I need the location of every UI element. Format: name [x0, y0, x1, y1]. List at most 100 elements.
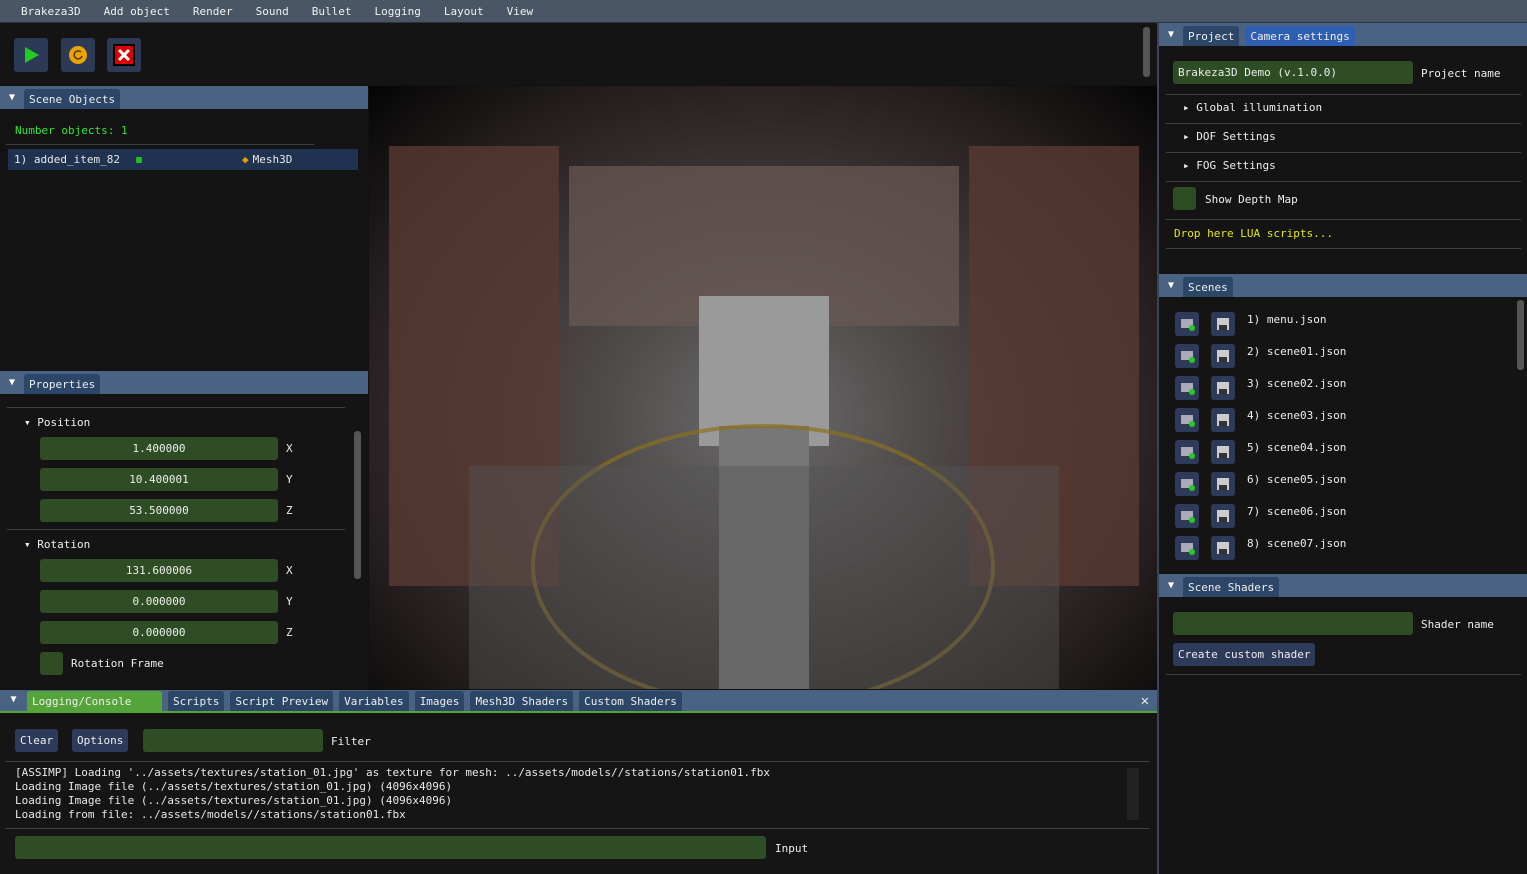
save-icon	[1217, 478, 1229, 490]
tab-scripts[interactable]: Scripts	[168, 691, 225, 711]
shader-name-input[interactable]	[1173, 612, 1413, 635]
tab-project[interactable]: Project	[1183, 26, 1240, 46]
save-scene-button[interactable]	[1211, 536, 1235, 560]
axis-label: X	[286, 442, 293, 455]
load-scene-button[interactable]	[1175, 472, 1199, 496]
load-scene-button[interactable]	[1175, 440, 1199, 464]
collapse-icon[interactable]: ▼	[1159, 574, 1183, 597]
tab-scenes[interactable]: Scenes	[1183, 277, 1233, 297]
load-scene-button[interactable]	[1175, 504, 1199, 528]
menu-view[interactable]: View	[507, 5, 534, 18]
tab-logging-console[interactable]: Logging/Console	[27, 691, 162, 711]
scenes-header: ▼ Scenes	[1159, 274, 1527, 297]
tab-scene-objects[interactable]: Scene Objects	[24, 89, 121, 109]
menu-sound[interactable]: Sound	[256, 5, 289, 18]
console-input[interactable]	[15, 836, 766, 859]
console-header: ▼ Logging/Console Scripts Script Preview…	[0, 690, 1157, 713]
menu-render[interactable]: Render	[193, 5, 233, 18]
tab-scene-shaders[interactable]: Scene Shaders	[1183, 577, 1280, 597]
scene-item[interactable]: 2) scene01.json	[1247, 345, 1346, 358]
menu-logging[interactable]: Logging	[374, 5, 420, 18]
log-scrollbar[interactable]	[1127, 768, 1139, 820]
toolbar-scrollbar[interactable]	[1143, 27, 1150, 77]
tab-script-preview[interactable]: Script Preview	[230, 691, 334, 711]
save-scene-button[interactable]	[1211, 408, 1235, 432]
clear-button[interactable]: Clear	[15, 729, 59, 752]
rotation-x-field[interactable]: 131.600006	[40, 559, 278, 582]
collapse-icon[interactable]: ▼	[1159, 23, 1183, 46]
load-scene-button[interactable]	[1175, 376, 1199, 400]
menu-add-object[interactable]: Add object	[104, 5, 170, 18]
save-scene-button[interactable]	[1211, 376, 1235, 400]
mesh-icon: ◆	[241, 153, 249, 166]
collapse-icon[interactable]: ▼	[0, 688, 27, 711]
axis-label: Z	[286, 504, 293, 517]
project-name-field[interactable]: Brakeza3D Demo (v.1.0.0)	[1173, 61, 1413, 84]
clapperboard-add-icon	[1181, 319, 1195, 331]
play-button[interactable]	[14, 38, 48, 72]
properties-scrollbar[interactable]	[354, 431, 361, 579]
menu-bullet[interactable]: Bullet	[312, 5, 352, 18]
save-scene-button[interactable]	[1211, 344, 1235, 368]
fog-settings-section[interactable]: ▸ FOG Settings	[1183, 159, 1276, 172]
save-icon	[1217, 350, 1229, 362]
reload-button[interactable]	[61, 38, 95, 72]
close-icon[interactable]: ✕	[1141, 693, 1149, 709]
tab-camera-settings[interactable]: Camera settings	[1245, 26, 1355, 46]
load-scene-button[interactable]	[1175, 408, 1199, 432]
global-illumination-section[interactable]: ▸ Global illumination	[1183, 101, 1322, 114]
load-scene-button[interactable]	[1175, 344, 1199, 368]
scene-item[interactable]: 3) scene02.json	[1247, 377, 1346, 390]
save-scene-button[interactable]	[1211, 472, 1235, 496]
create-custom-shader-button[interactable]: Create custom shader	[1173, 643, 1316, 666]
position-y-field[interactable]: 10.400001	[40, 468, 278, 491]
menu-brakeza3d[interactable]: Brakeza3D	[21, 5, 81, 18]
stop-button[interactable]	[107, 38, 141, 72]
rotation-z-field[interactable]: 0.000000	[40, 621, 278, 644]
tab-images[interactable]: Images	[414, 691, 465, 711]
play-icon	[25, 47, 39, 63]
position-z-field[interactable]: 53.500000	[40, 499, 278, 522]
load-scene-button[interactable]	[1175, 536, 1199, 560]
save-icon	[1217, 542, 1229, 554]
scene-item[interactable]: 1) menu.json	[1247, 313, 1326, 326]
dof-settings-section[interactable]: ▸ DOF Settings	[1183, 130, 1276, 143]
rotation-frame-checkbox[interactable]	[40, 652, 63, 675]
3d-viewport[interactable]	[369, 86, 1157, 689]
clapperboard-add-icon	[1181, 447, 1195, 459]
menu-layout[interactable]: Layout	[444, 5, 484, 18]
collapse-icon[interactable]: ▼	[0, 86, 24, 109]
tab-variables[interactable]: Variables	[339, 691, 409, 711]
scene-item[interactable]: 8) scene07.json	[1247, 537, 1346, 550]
save-icon	[1217, 414, 1229, 426]
scene-item[interactable]: 4) scene03.json	[1247, 409, 1346, 422]
rotation-y-field[interactable]: 0.000000	[40, 590, 278, 613]
show-depth-map-checkbox[interactable]	[1173, 187, 1196, 210]
station-render	[389, 146, 1139, 689]
save-scene-button[interactable]	[1211, 312, 1235, 336]
collapse-icon[interactable]: ▼	[0, 371, 24, 394]
tab-properties[interactable]: Properties	[24, 374, 101, 394]
scene-item[interactable]: 6) scene05.json	[1247, 473, 1346, 486]
position-x-field[interactable]: 1.400000	[40, 437, 278, 460]
scene-item[interactable]: 7) scene06.json	[1247, 505, 1346, 518]
scene-objects-panel: ▼ Scene Objects Number objects: 1 1) add…	[0, 86, 368, 370]
collapse-icon[interactable]: ▼	[1159, 274, 1183, 297]
options-button[interactable]: Options	[72, 729, 129, 752]
load-scene-button[interactable]	[1175, 312, 1199, 336]
tab-custom-shaders[interactable]: Custom Shaders	[579, 691, 682, 711]
rotation-section[interactable]: ▾ Rotation	[24, 538, 90, 551]
clapperboard-add-icon	[1181, 479, 1195, 491]
position-section[interactable]: ▾ Position	[24, 416, 90, 429]
rotation-label: Rotation	[37, 538, 91, 551]
scene-item[interactable]: 5) scene04.json	[1247, 441, 1346, 454]
scenes-scrollbar[interactable]	[1517, 300, 1524, 370]
save-scene-button[interactable]	[1211, 504, 1235, 528]
lua-drop-zone[interactable]: Drop here LUA scripts...	[1174, 227, 1333, 240]
list-item[interactable]: 1) added_item_82 ◆ Mesh3D	[8, 149, 358, 170]
scene-objects-header: ▼ Scene Objects	[0, 86, 368, 109]
scenes-panel: ▼ Scenes 1) menu.json 2) scene01.json 3)…	[1157, 274, 1527, 574]
save-scene-button[interactable]	[1211, 440, 1235, 464]
filter-input[interactable]	[143, 729, 323, 752]
tab-mesh3d-shaders[interactable]: Mesh3D Shaders	[470, 691, 574, 711]
